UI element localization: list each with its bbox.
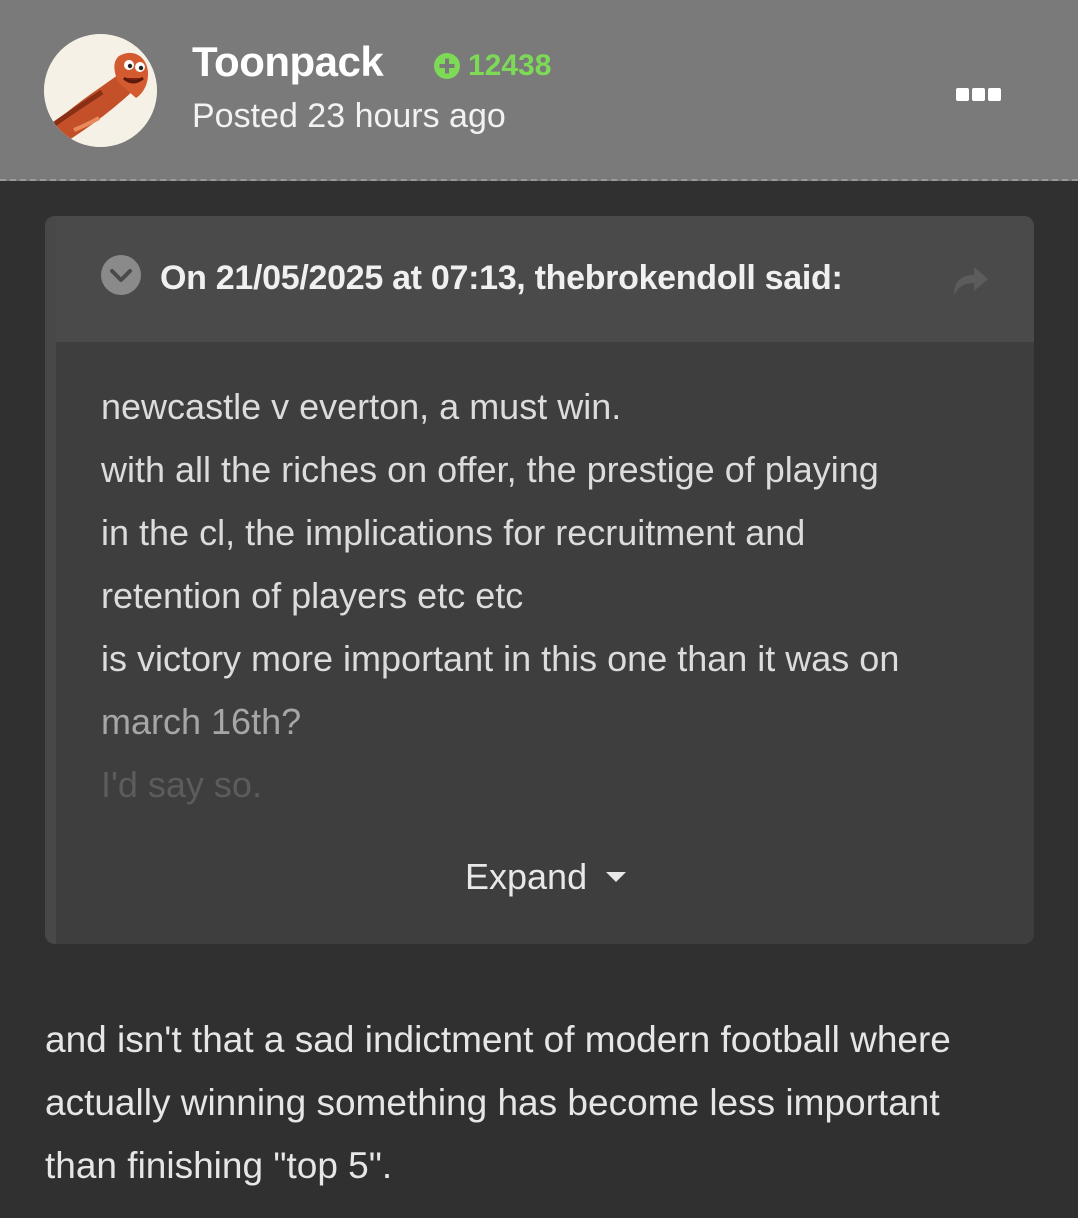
more-dot (955, 87, 969, 101)
share-arrow-icon[interactable] (950, 261, 990, 297)
quote-block: On 21/05/2025 at 07:13, thebrokendoll sa… (45, 216, 1034, 944)
more-dot (971, 87, 985, 101)
quote-line: is victory more important in this one th… (101, 638, 900, 679)
reputation-badge[interactable]: 12438 (433, 49, 552, 82)
more-dot (987, 87, 1001, 101)
content-line: actually winning something has become le… (45, 1082, 940, 1123)
quote-line: I'd say so. (101, 764, 262, 805)
quote-line: in the cl, the implications for recruitm… (101, 512, 806, 553)
posted-time[interactable]: Posted 23 hours ago (192, 96, 506, 136)
quote-line: retention of players etc etc (101, 575, 524, 616)
content-line: and isn't that a sad indictment of moder… (45, 1019, 951, 1060)
quote-line: march 16th? (101, 701, 302, 742)
chevron-down-circle-icon[interactable] (101, 255, 141, 295)
author-name[interactable]: Toonpack (192, 38, 384, 86)
quote-line: with all the riches on offer, the presti… (101, 449, 879, 490)
plus-circle-icon (434, 53, 460, 79)
sausage-avatar-icon (44, 34, 157, 147)
avatar[interactable] (44, 34, 157, 147)
post-header: Toonpack 12438 Posted 23 hours ago (0, 0, 1078, 181)
content-line: than finishing "top 5". (45, 1145, 393, 1186)
quote-line: newcastle v everton, a must win. (101, 386, 622, 427)
post-content: and isn't that a sad indictment of moder… (45, 1008, 1035, 1197)
caret-down-icon (606, 872, 627, 882)
more-options-icon[interactable] (952, 82, 1004, 106)
expand-label: Expand (465, 856, 588, 897)
quote-body: newcastle v everton, a must win. with al… (101, 375, 1001, 816)
expand-button[interactable]: Expand (465, 852, 627, 902)
reputation-count: 12438 (468, 49, 552, 82)
quote-header: On 21/05/2025 at 07:13, thebrokendoll sa… (45, 216, 1034, 342)
quote-bar (45, 216, 56, 944)
quote-citation[interactable]: On 21/05/2025 at 07:13, thebrokendoll sa… (160, 256, 843, 300)
